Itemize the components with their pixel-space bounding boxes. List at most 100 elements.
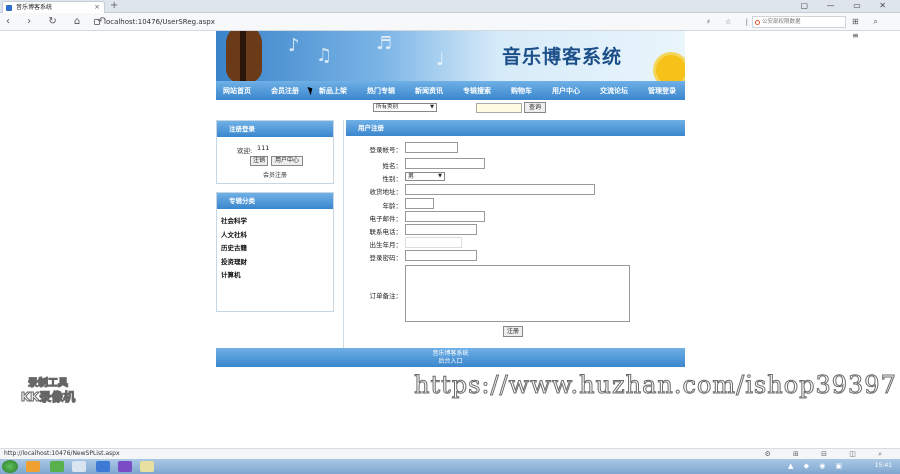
chevron-down-icon: ▼ xyxy=(430,104,434,110)
account-label: 登录帐号： xyxy=(369,146,403,154)
category-panel-title: 专辑分类 xyxy=(217,193,333,209)
category-panel: 专辑分类 社会科学 人文社科 历史古籍 投资理财 计算机 xyxy=(216,192,334,312)
category-item[interactable]: 历史古籍 xyxy=(221,242,247,256)
register-form-title: 用户注册 xyxy=(346,120,685,136)
site-footer: 音乐博客系统 后台入口 xyxy=(216,348,685,367)
site-favicon-icon xyxy=(6,5,12,11)
page-info-icon[interactable] xyxy=(94,19,100,25)
email-label: 电子邮件： xyxy=(369,215,403,223)
category-select[interactable]: 所有类别 ▼ xyxy=(373,103,437,112)
app-taskbar-icon[interactable] xyxy=(140,461,154,472)
address-bar[interactable]: localhost:10476/UserSReg.aspx xyxy=(92,15,726,29)
search-placeholder: 公安部权限数据 xyxy=(762,19,801,25)
menu-item-news[interactable]: 新闻资讯 xyxy=(415,86,443,96)
birth-input[interactable] xyxy=(405,237,462,248)
search-engine-icon xyxy=(755,20,760,25)
browser-taskbar-icon[interactable] xyxy=(96,461,110,472)
name-input[interactable] xyxy=(405,158,485,169)
menu-item-admin-login[interactable]: 管理登录 xyxy=(648,86,676,96)
browser-tab-bar: 音乐博客系统 × + ▢ — ▭ ✕ xyxy=(0,0,900,13)
site-banner: ♪ ♫ ♬ ♩ 音乐博客系统 xyxy=(216,31,685,81)
address-url: localhost:10476/UserSReg.aspx xyxy=(104,18,215,26)
account-input[interactable] xyxy=(405,142,458,153)
logout-button[interactable]: 注销 xyxy=(250,156,268,166)
close-tab-icon[interactable]: × xyxy=(94,2,100,13)
music-note-icon: ♩ xyxy=(436,49,445,70)
browser-search-input[interactable]: 公安部权限数据 xyxy=(752,16,846,28)
visual-studio-taskbar-icon[interactable] xyxy=(118,461,132,472)
browser-tab[interactable]: 音乐博客系统 × xyxy=(2,1,105,13)
query-button[interactable]: 查询 xyxy=(524,102,546,113)
address-input[interactable] xyxy=(405,184,595,195)
notes-textarea[interactable] xyxy=(405,265,630,322)
new-tab-button[interactable]: + xyxy=(110,0,118,12)
menu-item-home[interactable]: 网站首页 xyxy=(223,86,251,96)
login-panel: 注册登录 欢迎: 111 注销 用户中心 会员注册 xyxy=(216,120,334,184)
age-input[interactable] xyxy=(405,198,434,209)
app-taskbar-icon[interactable] xyxy=(72,461,86,472)
toolbar-icons[interactable]: ⊞ ⌕ ≡ xyxy=(852,15,900,43)
gender-select[interactable]: 男 ▼ xyxy=(405,172,445,181)
password-input[interactable] xyxy=(405,250,477,261)
admin-entry-link[interactable]: 后台入口 xyxy=(216,358,685,366)
column-divider xyxy=(343,120,344,365)
explorer-taskbar-icon[interactable] xyxy=(26,461,40,472)
recorder-logo-line2: KK录像机 xyxy=(20,390,76,405)
tab-title: 音乐博客系统 xyxy=(16,4,53,11)
os-taskbar: ▲ ◆ ◉ ▣ 15:41 xyxy=(0,459,900,474)
user-center-button[interactable]: 用户中心 xyxy=(271,156,303,166)
category-list: 社会科学 人文社科 历史古籍 投资理财 计算机 xyxy=(221,215,247,283)
login-panel-title: 注册登录 xyxy=(217,121,333,137)
browser-nav-bar: ‹ › ↻ ⌂ ↶ localhost:10476/UserSReg.aspx … xyxy=(0,13,900,40)
start-button-icon[interactable] xyxy=(2,460,18,473)
category-item[interactable]: 人文社科 xyxy=(221,229,247,243)
window-controls[interactable]: ▢ — ▭ ✕ xyxy=(801,1,894,10)
register-link[interactable]: 会员注册 xyxy=(263,170,287,179)
phone-input[interactable] xyxy=(405,224,477,235)
register-form: 用户注册 登录帐号： 姓名： 性别： 男 ▼ 收货地址： 年龄： 电子邮件： 联… xyxy=(343,120,685,365)
password-label: 登录密码： xyxy=(369,254,403,262)
age-label: 年龄： xyxy=(382,202,403,210)
address-label: 收货地址： xyxy=(369,188,403,196)
menu-item-user-center[interactable]: 用户中心 xyxy=(552,86,580,96)
register-submit-button[interactable]: 注册 xyxy=(503,326,523,337)
phone-label: 联系电话： xyxy=(369,228,403,236)
gender-select-value: 男 xyxy=(408,173,415,180)
recorder-logo: 录制工具 KK录像机 xyxy=(14,377,82,407)
menu-item-hot-albums[interactable]: 热门专辑 xyxy=(367,86,395,96)
gender-label: 性别： xyxy=(382,175,403,183)
category-select-value: 所有类别 xyxy=(376,104,399,110)
username-text: 111 xyxy=(257,144,270,152)
email-input[interactable] xyxy=(405,211,485,222)
app-taskbar-icon[interactable] xyxy=(50,461,64,472)
music-note-icon: ♪ xyxy=(288,35,300,56)
music-note-icon: ♫ xyxy=(316,45,333,66)
status-url: http://localhost:10476/NewSPList.aspx xyxy=(4,450,120,457)
sunflower-graphic xyxy=(656,55,685,81)
category-item[interactable]: 计算机 xyxy=(221,269,247,283)
menu-item-new-arrivals[interactable]: 新品上架 xyxy=(319,86,347,96)
browser-status-bar: http://localhost:10476/NewSPList.aspx ⚙ … xyxy=(0,448,900,459)
menu-item-cart[interactable]: 购物车 xyxy=(511,86,532,96)
notes-label: 订单备注： xyxy=(369,292,403,300)
chevron-down-icon: ▼ xyxy=(438,173,442,179)
status-icons[interactable]: ⚙ ⊞ ⊟ ◫ ⌕ xyxy=(765,449,892,459)
category-item[interactable]: 投资理财 xyxy=(221,256,247,270)
system-tray-icons[interactable]: ▲ ◆ ◉ ▣ xyxy=(788,462,846,470)
banner-title: 音乐博客系统 xyxy=(502,46,623,68)
keyword-input[interactable] xyxy=(476,103,522,113)
menu-item-register[interactable]: 会员注册 xyxy=(271,86,299,96)
category-item[interactable]: 社会科学 xyxy=(221,215,247,229)
birth-label: 出生年月： xyxy=(369,241,403,249)
taskbar-clock: 15:41 xyxy=(874,462,892,469)
recorder-logo-line1: 录制工具 xyxy=(28,378,69,390)
name-label: 姓名： xyxy=(382,162,403,170)
welcome-label: 欢迎: xyxy=(237,147,253,155)
watermark-text: https://www.huzhan.com/ishop39397 xyxy=(414,371,897,400)
footer-title: 音乐博客系统 xyxy=(432,350,469,357)
main-menu: 网站首页 会员注册 新品上架 热门专辑 新闻资讯 专辑搜索 购物车 用户中心 交… xyxy=(216,81,685,100)
menu-item-album-search[interactable]: 专辑搜索 xyxy=(463,86,491,96)
music-note-icon: ♬ xyxy=(376,33,393,54)
menu-item-forum[interactable]: 交流论坛 xyxy=(600,86,628,96)
violin-neck-graphic xyxy=(240,31,246,81)
